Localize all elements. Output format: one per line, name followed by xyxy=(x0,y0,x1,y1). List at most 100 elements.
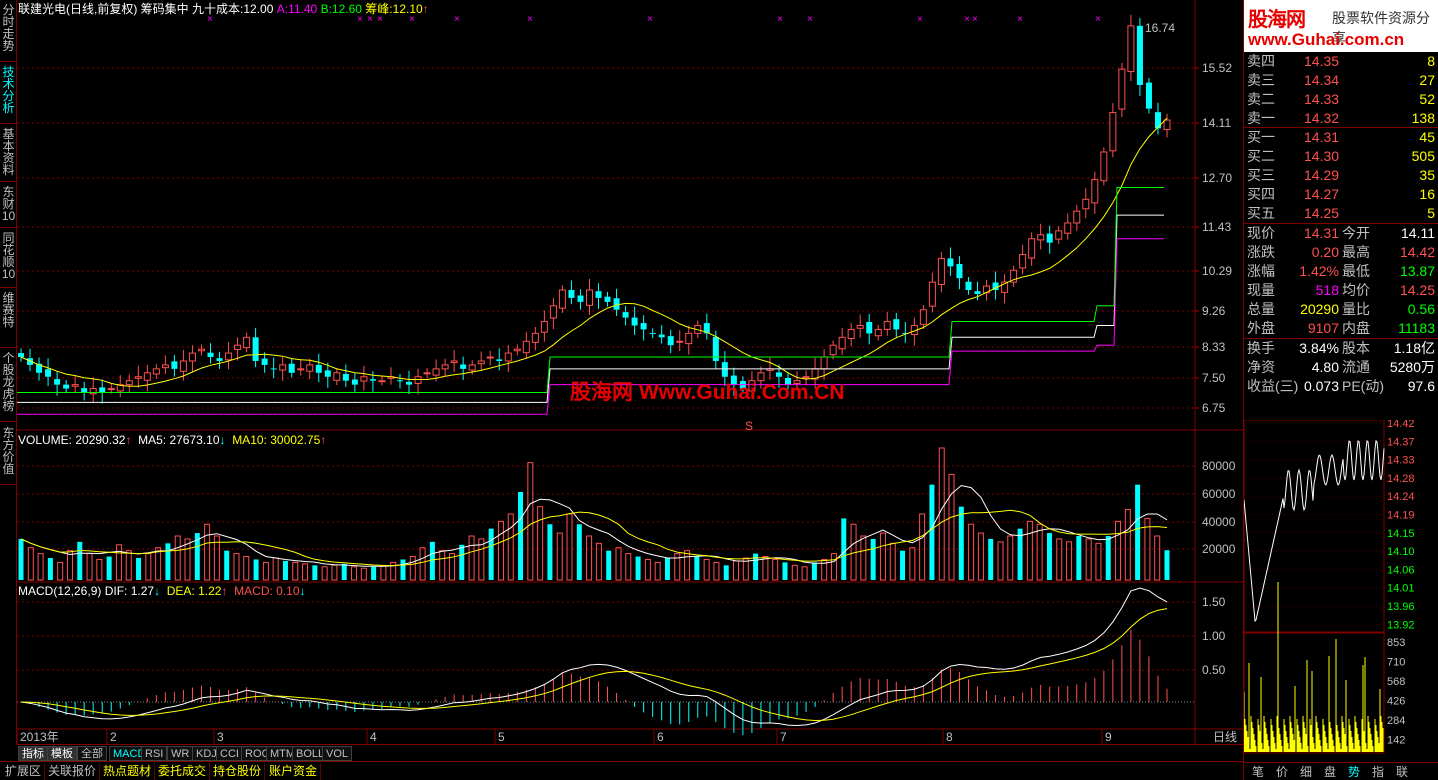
left-tab-3[interactable]: 东财10 xyxy=(0,184,17,228)
chart-header: 联建光电(日线,前复权) 筹码集中 九十成本:12.00 A:11.40 B:1… xyxy=(18,2,429,16)
volume-bar-down xyxy=(18,538,24,580)
kline-chart-svg[interactable]: 15.52 14.11 12.70 11.43 10.29 9.26 8.33 7.50 6.7… xyxy=(17,0,1243,744)
mini-vol-axis-label: 142 xyxy=(1387,735,1405,747)
left-tab-6[interactable]: 个股龙虎榜 xyxy=(0,350,17,422)
quote-row: 外盘 9107 内盘 11183 xyxy=(1244,319,1438,338)
sell-price: 14.32 xyxy=(1304,110,1340,126)
right-tab-6[interactable]: 联 xyxy=(1390,764,1414,780)
indicator-tab-7[interactable]: CCI xyxy=(216,746,243,761)
volume-bar-up xyxy=(360,567,367,581)
main-chart-area[interactable]: 15.52 14.11 12.70 11.43 10.29 9.26 8.33 7.50 6.7… xyxy=(17,0,1243,744)
candle-body-up xyxy=(856,324,864,329)
left-tab-2[interactable]: 基本资料 xyxy=(0,126,17,182)
candle-body-up xyxy=(71,384,79,387)
volume-bar-down xyxy=(400,559,406,580)
volume-bar-up xyxy=(948,473,955,581)
left-tab-7[interactable]: 东方价值 xyxy=(0,425,17,485)
volume-bar-up xyxy=(1154,535,1161,581)
ma10-value: 30002.75 xyxy=(270,433,321,447)
function-tab-1[interactable]: 关联报价 xyxy=(45,763,101,780)
indicator-tab-0[interactable]: 指标 xyxy=(18,746,48,761)
function-tab-5[interactable]: 账户资金 xyxy=(266,763,322,780)
volume-bar-up xyxy=(537,506,544,581)
candle-body-down xyxy=(406,381,413,385)
sell-row[interactable]: 卖二 14.33 52 xyxy=(1244,90,1438,109)
high-price-label: 16.74 xyxy=(1145,21,1175,35)
dea-value: 1.22 xyxy=(198,584,222,598)
right-tab-4[interactable]: 势 xyxy=(1342,764,1366,780)
left-tab-1[interactable]: 技术分析 xyxy=(0,64,17,124)
volume-bar-up xyxy=(272,557,279,581)
stock-name: 联建光电(日线,前复权) xyxy=(18,2,138,16)
candle-body-up xyxy=(549,305,557,319)
right-tab-0[interactable]: 笔 xyxy=(1246,764,1270,780)
volume-bar-up xyxy=(1026,520,1033,581)
quote-value: 14.31 xyxy=(1303,225,1339,241)
quote-label: 内盘 xyxy=(1342,320,1370,336)
candle-body-down xyxy=(18,353,24,358)
volume-bar-down xyxy=(635,556,641,580)
candle-body-up xyxy=(234,344,242,351)
left-tab-0[interactable]: 分时走势 xyxy=(0,2,17,62)
period-label[interactable]: 日线 xyxy=(1213,728,1237,745)
function-tab-0[interactable]: 扩展区 xyxy=(2,763,46,780)
indicator-name: 筹码集中 xyxy=(140,2,189,16)
left-tab-4[interactable]: 同花顺10 xyxy=(0,230,17,288)
ma10-label: MA10: xyxy=(232,433,267,447)
volume-bar-up xyxy=(86,553,93,581)
function-tab-2[interactable]: 热点题材 xyxy=(100,763,156,780)
buy-row[interactable]: 买四 14.27 16 xyxy=(1244,185,1438,204)
sell-row[interactable]: 卖四 14.35 8 xyxy=(1244,52,1438,71)
indicator-tab-1[interactable]: 模板 xyxy=(47,746,77,761)
candle-body-up xyxy=(1091,179,1099,204)
indicator-tab-4[interactable]: RSI xyxy=(141,746,168,761)
quote-panel: 股海网 股票软件资源分享 www.Guhai.com.cn 卖四 14.35 8 卖三… xyxy=(1243,0,1438,780)
macd-axis-label: 0.50 xyxy=(1202,663,1226,677)
mini-axis-label: 14.28 xyxy=(1387,473,1415,485)
signal-marker: × xyxy=(1095,14,1101,25)
candle-body-down xyxy=(631,317,638,326)
right-tab-5[interactable]: 指 xyxy=(1366,764,1390,780)
candle-body-up xyxy=(134,376,142,379)
function-tab-4[interactable]: 持仓股份 xyxy=(210,763,266,780)
volume-bar-up xyxy=(145,553,152,581)
indicator-tab-11[interactable]: VOL xyxy=(322,746,353,761)
indicator-tab-2[interactable]: 全部 xyxy=(77,746,107,761)
volume-bar-down xyxy=(1135,484,1141,580)
mini-axis-label: 13.92 xyxy=(1387,619,1415,631)
sell-volume: 27 xyxy=(1419,72,1435,88)
volume-arrow: ↑ xyxy=(125,433,132,447)
sell-row[interactable]: 卖一 14.32 138 xyxy=(1244,109,1438,128)
buy-row[interactable]: 买一 14.31 45 xyxy=(1244,128,1438,147)
right-tab-1[interactable]: 价 xyxy=(1270,764,1294,780)
sell-row[interactable]: 卖三 14.34 27 xyxy=(1244,71,1438,90)
volume-bar-up xyxy=(556,532,563,581)
signal-marker: × xyxy=(777,14,783,25)
volume-bar-down xyxy=(47,558,53,580)
candle-body-up xyxy=(1037,234,1045,241)
function-tab-3[interactable]: 委托成交 xyxy=(155,763,211,780)
volume-bar-up xyxy=(1007,535,1014,581)
buy-row[interactable]: 买五 14.25 5 xyxy=(1244,204,1438,223)
buy-row[interactable]: 买三 14.29 35 xyxy=(1244,166,1438,185)
candle-body-down xyxy=(568,290,575,298)
mini-axis-label: 14.42 xyxy=(1387,420,1415,430)
macd-axis-label: 1.00 xyxy=(1202,629,1226,643)
quote-label: 今开 xyxy=(1342,225,1370,241)
indicator-tab-5[interactable]: WR xyxy=(167,746,194,761)
volume-bar-up xyxy=(115,544,122,581)
candle-body-up xyxy=(161,364,169,369)
quote-value: 1.42% xyxy=(1299,263,1339,279)
candle-body-up xyxy=(937,257,945,285)
quote-label: 均价 xyxy=(1342,282,1370,298)
price-axis-label: 14.11 xyxy=(1202,116,1231,130)
candle-body-down xyxy=(1136,25,1143,85)
right-tab-2[interactable]: 细 xyxy=(1294,764,1318,780)
quote-value: 5280万 xyxy=(1389,359,1435,375)
ma5-value: 27673.10 xyxy=(169,433,220,447)
intraday-mini-chart[interactable]: 14.42 14.37 14.33 14.28 14.24 14.19 14.15 14.10… xyxy=(1244,420,1438,755)
candle-body-up xyxy=(423,372,431,375)
right-tab-3[interactable]: 盘 xyxy=(1318,764,1342,780)
left-tab-5[interactable]: 维赛特 xyxy=(0,290,17,348)
buy-row[interactable]: 买二 14.30 505 xyxy=(1244,147,1438,166)
